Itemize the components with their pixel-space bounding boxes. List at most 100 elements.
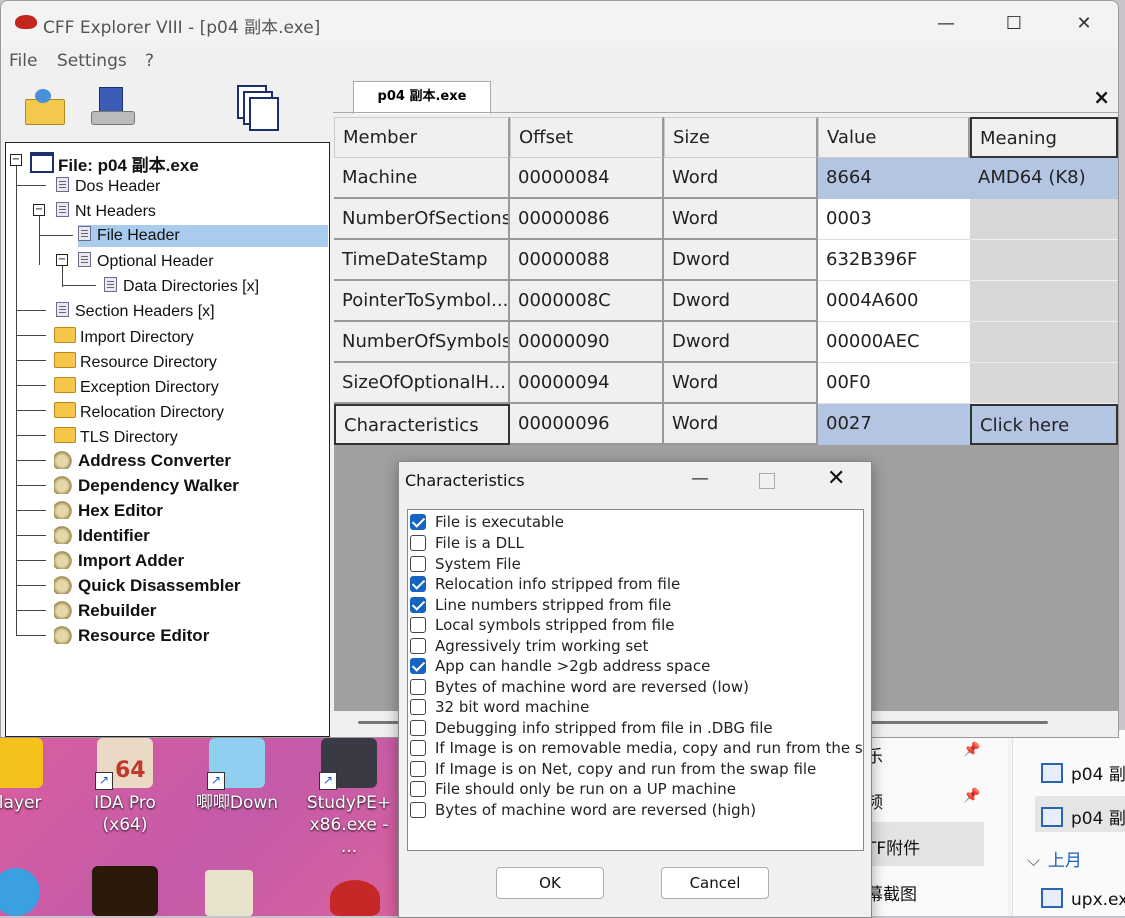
tree-tool-resource-editor[interactable]: Resource Editor [54,626,209,646]
option-up-system-only[interactable]: File should only be run on a UP machine [410,780,736,800]
column-header-value[interactable]: Value [818,117,970,158]
tree-tool-address-converter[interactable]: Address Converter [54,451,231,471]
option-system-file[interactable]: System File [410,555,521,575]
cell-size[interactable]: Dword [664,240,818,281]
cell-meaning[interactable] [970,199,1118,240]
maximize-button[interactable]: ☐ [999,11,1029,37]
characteristics-list[interactable]: File is executable File is a DLL System … [407,509,864,851]
cell-size[interactable]: Word [664,404,818,445]
option-trim-working-set[interactable]: Agressively trim working set [410,637,648,657]
file-row-selected[interactable]: p04 副 [1035,796,1125,832]
cell-offset[interactable]: 0000008C [510,281,664,322]
cell-member[interactable]: NumberOfSymbols [334,322,510,363]
tree-item-nt-headers[interactable]: Nt Headers [56,202,156,221]
tree-item-tls-directory[interactable]: TLS Directory [54,427,178,447]
option-32bit-machine[interactable]: 32 bit word machine [410,698,589,718]
close-button[interactable]: ✕ [1069,11,1099,37]
cell-meaning[interactable] [970,281,1118,322]
checkbox-checked-icon[interactable] [410,514,426,530]
checkbox-icon[interactable] [410,679,426,695]
cell-size[interactable]: Dword [664,322,818,363]
tree-tool-import-adder[interactable]: Import Adder [54,551,184,571]
save-icon[interactable] [91,87,135,127]
cell-offset[interactable]: 00000086 [510,199,664,240]
option-file-executable[interactable]: File is executable [410,513,564,533]
option-file-dll[interactable]: File is a DLL [410,534,524,554]
cell-offset[interactable]: 00000096 [510,404,664,445]
cell-member[interactable]: Characteristics [334,404,510,445]
windows-icon[interactable] [237,85,279,131]
ok-button[interactable]: OK [496,867,604,899]
desktop-icon-studype[interactable]: ↗ StudyPE+ x86.exe - ... [304,738,394,858]
tree-tool-identifier[interactable]: Identifier [54,526,150,546]
checkbox-icon[interactable] [410,617,426,633]
tree-tool-quick-disassembler[interactable]: Quick Disassembler [54,576,241,596]
dialog-minimize-button[interactable]: — [691,468,709,489]
checkbox-checked-icon[interactable] [410,576,426,592]
cell-value[interactable]: 00F0 [818,363,970,404]
tree-tool-rebuilder[interactable]: Rebuilder [54,601,156,621]
dialog-maximize-button[interactable] [759,473,775,489]
cell-offset[interactable]: 00000090 [510,322,664,363]
tree-item-optional-header[interactable]: Optional Header [78,252,214,271]
checkbox-icon[interactable] [410,720,426,736]
column-header-meaning[interactable]: Meaning [970,117,1118,158]
collapse-nt-headers-icon[interactable]: − [33,204,45,216]
pin-icon[interactable]: 📌 [963,788,980,804]
cell-size[interactable]: Dword [664,281,818,322]
menu-settings[interactable]: Settings [57,51,127,71]
cell-offset[interactable]: 00000084 [510,158,664,199]
cell-value[interactable]: 632B396F [818,240,970,281]
tree-view[interactable]: − File: p04 副本.exe Dos Header − Nt Heade… [5,142,330,737]
option-bytes-reversed-low[interactable]: Bytes of machine word are reversed (low) [410,678,749,698]
cancel-button[interactable]: Cancel [661,867,769,899]
tab-p04-exe[interactable]: p04 副本.exe [353,81,491,114]
desktop-icon-jijidown[interactable]: ↗ 唧唧Down [192,738,282,814]
cell-offset[interactable]: 00000088 [510,240,664,281]
tree-item-section-headers[interactable]: Section Headers [x] [56,302,215,321]
desktop-icon-partial-4[interactable] [330,880,380,916]
minimize-button[interactable]: — [931,11,961,37]
tree-item-relocation-directory[interactable]: Relocation Directory [54,402,224,422]
group-header[interactable]: ⌵ 上月 [1027,846,1082,871]
collapse-root-icon[interactable]: − [10,154,22,166]
tree-root-file[interactable]: File: p04 副本.exe [30,151,199,176]
tree-tool-dependency-walker[interactable]: Dependency Walker [54,476,239,496]
close-tab-icon[interactable]: × [1093,85,1110,109]
pin-icon[interactable]: 📌 [963,742,980,758]
tree-item-import-directory[interactable]: Import Directory [54,327,194,347]
cell-meaning[interactable] [970,363,1118,404]
tree-tool-hex-editor[interactable]: Hex Editor [54,501,163,521]
nav-item-selected[interactable]: TF附件 [860,822,984,866]
cell-member[interactable]: TimeDateStamp [334,240,510,281]
checkbox-icon[interactable] [410,781,426,797]
tree-item-data-directories[interactable]: Data Directories [x] [104,277,259,296]
cell-size[interactable]: Word [664,363,818,404]
checkbox-icon[interactable] [410,699,426,715]
tree-item-exception-directory[interactable]: Exception Directory [54,377,219,397]
tree-item-resource-directory[interactable]: Resource Directory [54,352,217,372]
option-large-address-aware[interactable]: App can handle >2gb address space [410,657,710,677]
column-header-size[interactable]: Size [664,117,818,158]
tree-item-file-header[interactable]: File Header [78,225,328,247]
option-local-symbols-stripped[interactable]: Local symbols stripped from file [410,616,675,636]
open-file-icon[interactable] [25,89,65,125]
checkbox-icon[interactable] [410,740,426,756]
cell-offset[interactable]: 00000094 [510,363,664,404]
menu-help[interactable]: ? [145,51,154,71]
checkbox-icon[interactable] [410,556,426,572]
option-relocation-stripped[interactable]: Relocation info stripped from file [410,575,680,595]
checkbox-checked-icon[interactable] [410,597,426,613]
cell-size[interactable]: Word [664,158,818,199]
cell-member[interactable]: SizeOfOptionalH... [334,363,510,404]
option-bytes-reversed-high[interactable]: Bytes of machine word are reversed (high… [410,801,756,821]
dialog-close-button[interactable]: ✕ [827,466,845,491]
cell-meaning-click-here[interactable]: Click here [970,404,1118,445]
cell-size[interactable]: Word [664,199,818,240]
cell-member[interactable]: NumberOfSections [334,199,510,240]
cell-meaning[interactable] [970,240,1118,281]
cell-value[interactable]: 0004A600 [818,281,970,322]
column-header-offset[interactable]: Offset [510,117,664,158]
column-header-member[interactable]: Member [334,117,510,158]
option-net-run-from-swap[interactable]: If Image is on Net, copy and run from th… [410,760,816,780]
